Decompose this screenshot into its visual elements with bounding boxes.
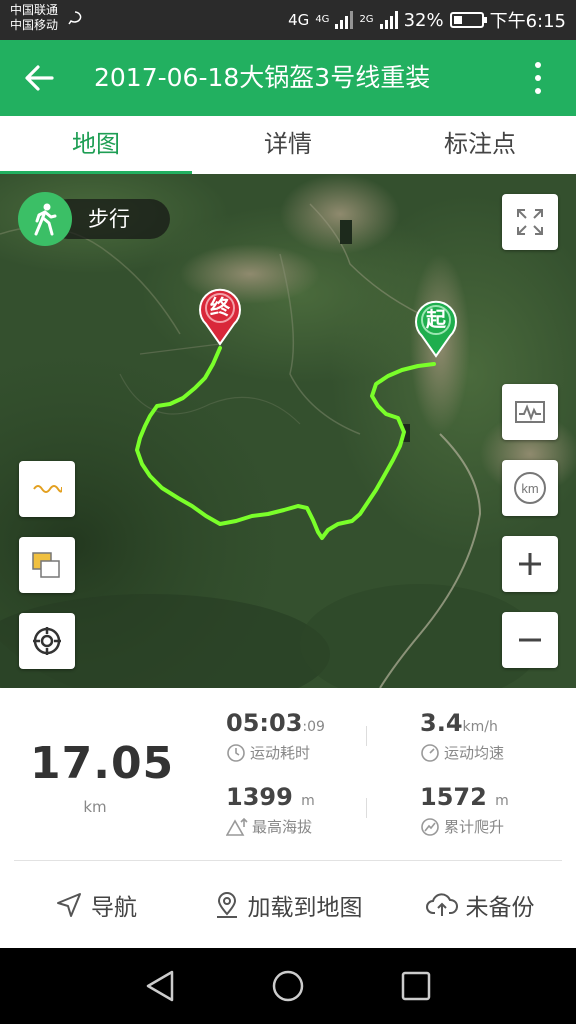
carrier-2: 中国移动 [10,18,59,32]
back-arrow-icon[interactable] [22,60,58,96]
location-pin-icon [216,892,237,918]
climb-label: 累计爬升 [444,818,505,836]
climb-stat: 1572 m 累计爬升 [420,782,509,838]
chart-icon [515,401,545,423]
mode-toggle[interactable]: 步行 [18,192,170,246]
cloud-upload-icon [425,893,458,916]
speed-stat: 3.4km/h 运动均速 [420,708,504,764]
clock: 下午6:15 [489,11,566,32]
status-bar: 中国联通 中国移动 4G 4G 2G 32% 下午6:15 [0,0,576,40]
page-title: 2017-06-18大锅盔3号线重装 [94,63,431,92]
system-nav-bar [0,948,576,1024]
climb-unit: m [495,793,509,809]
elevation-chart-button[interactable] [502,384,558,440]
duration-seconds: :09 [302,719,325,735]
action-bar: 导航 加载到地图 未备份 [0,872,576,938]
backup-button[interactable]: 未备份 [384,872,576,938]
divider [366,726,367,746]
climb-icon [421,818,439,836]
layers-button[interactable] [19,537,75,593]
speed-icon [421,744,439,762]
divider [14,860,562,861]
speed-label: 运动均速 [444,744,505,762]
battery-icon [449,12,487,28]
network-type-1: 4G [288,11,310,29]
locate-icon [33,627,61,655]
distance-unit: km [83,798,107,816]
max-altitude-stat: 1399 m 最高海拔 [226,782,315,838]
network-type-3: 2G [359,14,374,25]
tab-details[interactable]: 详情 [192,116,384,174]
distance-block: 17.05 km [30,736,175,816]
clock-icon [227,744,245,762]
end-marker-label: 终 [210,295,230,319]
divider [366,798,367,818]
carrier-info: 中国联通 中国移动 [10,3,58,33]
map-view[interactable]: 步行 终 起 km [0,174,576,688]
distance-markers-button[interactable]: km [502,460,558,516]
tab-map[interactable]: 地图 [0,116,192,174]
track-style-button[interactable] [19,461,75,517]
km-icon: km [514,472,546,504]
satellite-map[interactable] [0,174,576,688]
climb-value: 1572 [420,783,487,811]
nav-home-icon[interactable] [272,970,304,1002]
minus-icon [519,638,541,642]
end-marker[interactable]: 终 [196,286,244,346]
navigate-button[interactable]: 导航 [0,872,192,938]
signal-icon-1 [335,11,354,29]
status-icons: 4G 4G 2G 32% 下午6:15 [288,6,566,34]
carrier-1: 中国联通 [10,3,59,17]
duration-value: 05:03 [226,709,303,737]
walk-icon [18,192,72,246]
svg-text:km: km [521,481,538,496]
wave-icon [33,485,62,493]
fullscreen-icon [517,209,543,235]
tab-bar: 地图 详情 标注点 [0,116,576,174]
layers-icon [32,552,60,578]
battery-percent: 32% [403,9,444,31]
max-altitude-label: 最高海拔 [252,818,313,836]
app-bar: 2017-06-18大锅盔3号线重装 [0,40,576,116]
plus-icon [519,553,541,575]
mountain-icon [226,817,248,836]
network-type-2: 4G [315,14,330,25]
zoom-in-button[interactable] [502,536,558,592]
signal-icon-2 [379,11,398,29]
navigate-label: 导航 [91,895,137,921]
duration-label: 运动耗时 [250,744,311,762]
start-marker[interactable]: 起 [412,298,460,358]
speed-unit: km/h [462,719,498,735]
max-altitude-unit: m [301,793,315,809]
zoom-out-button[interactable] [502,612,558,668]
chat-notification-icon [68,11,82,29]
distance-value: 17.05 [30,738,175,789]
navigation-arrow-icon [57,893,81,917]
nav-back-icon[interactable] [146,970,174,1002]
more-menu-icon[interactable] [528,60,548,96]
duration-stat: 05:03:09 运动耗时 [226,708,325,764]
speed-value: 3.4 [420,709,463,737]
locate-button[interactable] [19,613,75,669]
load-to-map-button[interactable]: 加载到地图 [192,872,384,938]
backup-label: 未备份 [465,895,535,921]
start-marker-label: 起 [426,307,446,331]
tab-markers[interactable]: 标注点 [384,116,576,174]
nav-recents-icon[interactable] [401,971,431,1001]
load-to-map-label: 加载到地图 [247,895,363,921]
fullscreen-button[interactable] [502,194,558,250]
max-altitude-value: 1399 [226,783,293,811]
stats-panel: 17.05 km 05:03:09 运动耗时 3.4km/h 运动均速 1399… [0,688,576,948]
